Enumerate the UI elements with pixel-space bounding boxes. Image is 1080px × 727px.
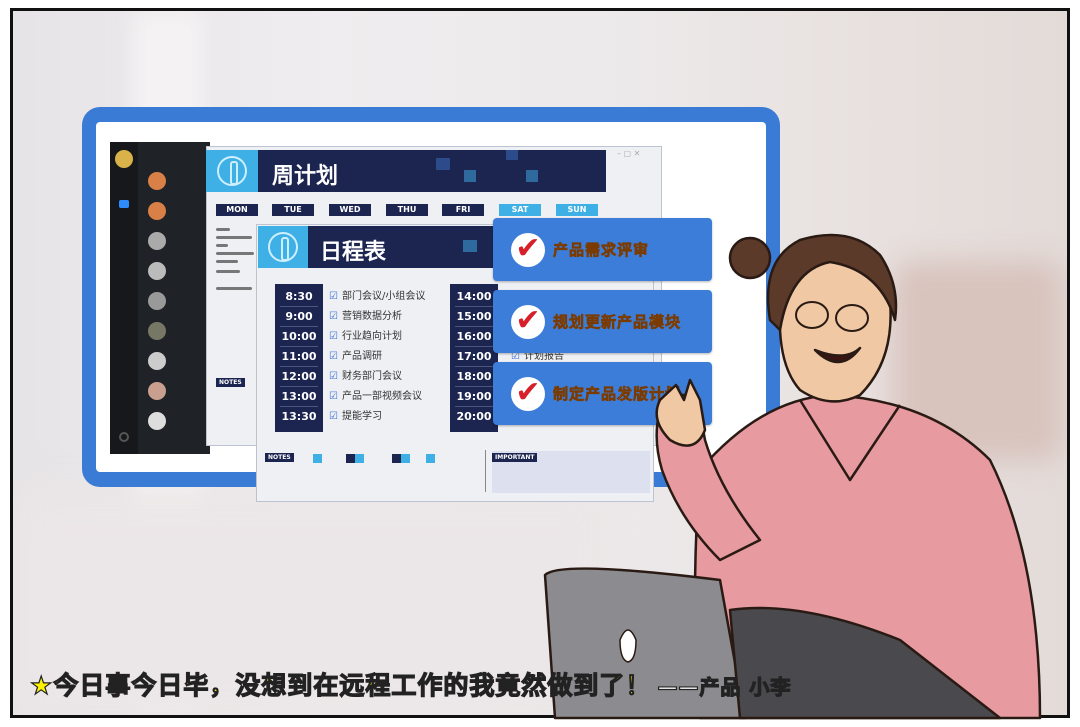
woman-with-laptop-illustration — [543, 233, 1042, 720]
caption-signature: ——产品 小李 — [657, 674, 792, 699]
caption: ★今日事今日毕，没想到在远程工作的我竟然做到了！ ——产品 小李 — [29, 670, 792, 700]
star-icon: ★ — [29, 670, 54, 700]
